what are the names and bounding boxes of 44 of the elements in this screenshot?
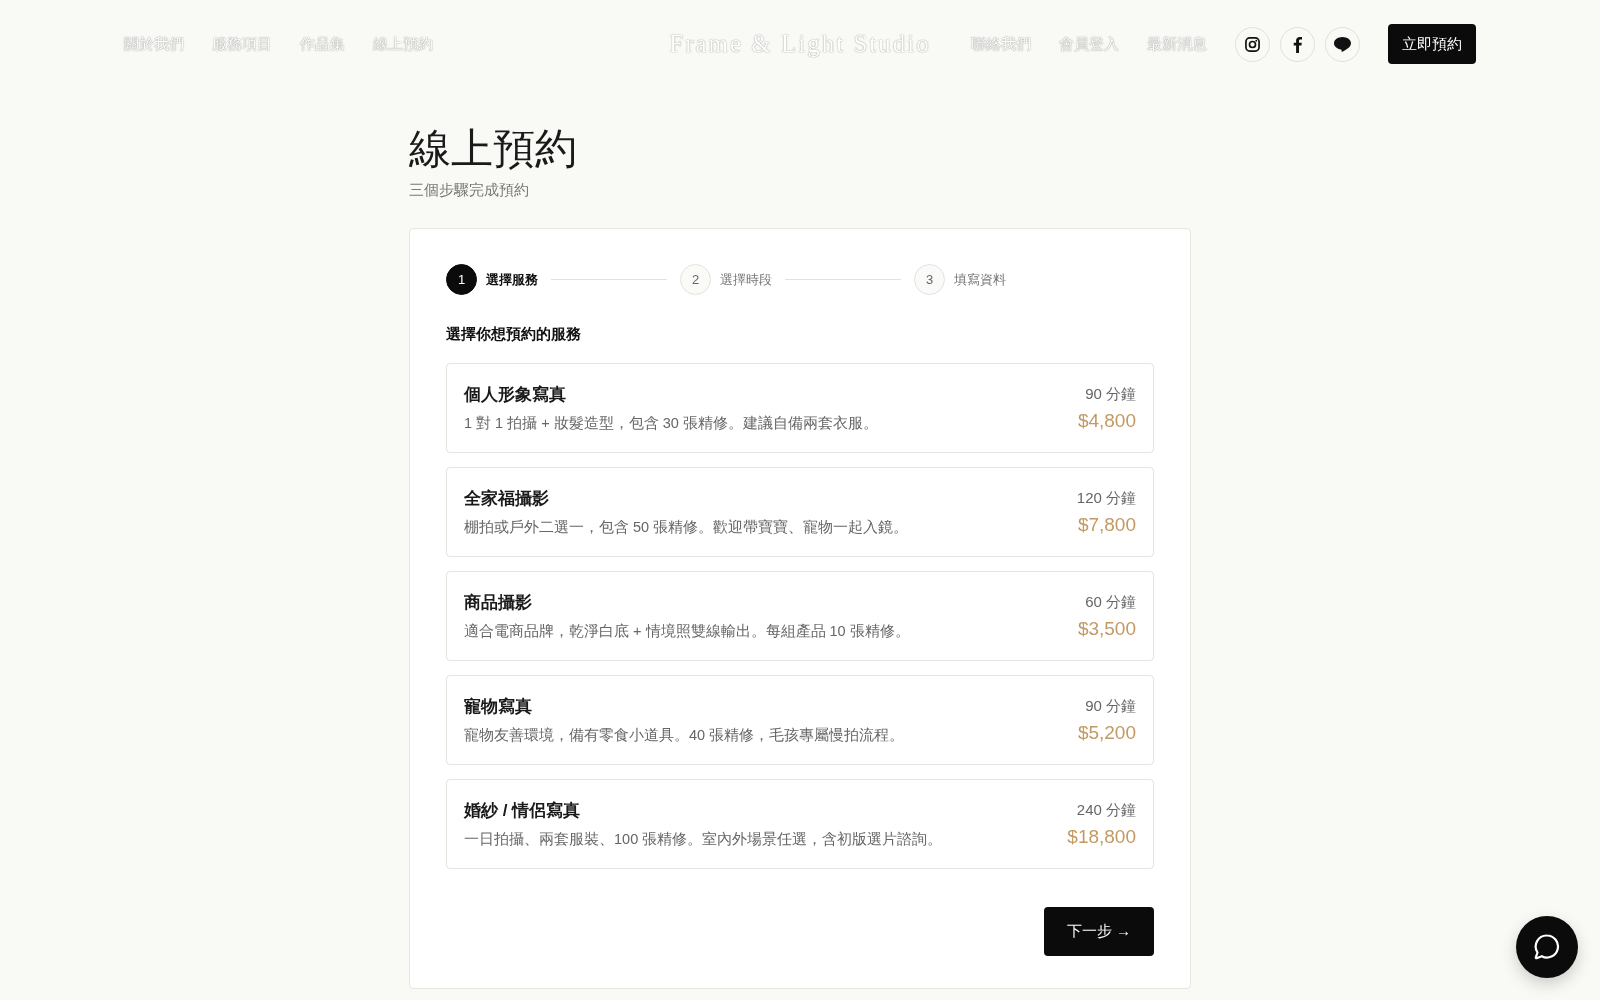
service-duration: 60 分鐘 xyxy=(1085,592,1136,612)
service-price: $3,500 xyxy=(1077,617,1136,640)
book-now-button[interactable]: 立即預約 xyxy=(1388,24,1476,64)
step-number: 2 xyxy=(680,264,711,296)
page-subtitle: 三個步驟完成預約 xyxy=(409,181,530,201)
social-button[interactable] xyxy=(1325,26,1360,62)
service-name: 個人形象寫真 xyxy=(464,384,567,407)
service-price: $5,200 xyxy=(1077,721,1136,744)
service-name: 商品攝影 xyxy=(464,592,533,615)
service-price: $4,800 xyxy=(1077,409,1136,432)
service-option[interactable]: 全家福攝影 棚拍或戶外二選一，包含 50 張精修。歡迎帶寶寶、寵物一起入鏡。 120 分鐘 $7,800 xyxy=(446,467,1154,558)
step-label: 填寫資料 xyxy=(954,270,1006,289)
step-number: 1 xyxy=(446,264,477,296)
service-description: 1 對 1 拍攝 + 妝髮造型，包含 30 張精修。建議自備兩套衣服。 xyxy=(464,414,878,434)
service-duration: 90 分鐘 xyxy=(1085,696,1136,716)
section-title: 選擇你想預約的服務 xyxy=(446,325,582,345)
service-description: 一日拍攝、兩套服裝、100 張精修。室內外場景任選，含初版選片諮詢。 xyxy=(464,830,943,850)
service-name: 寵物寫真 xyxy=(464,696,533,719)
service-duration: 90 分鐘 xyxy=(1085,384,1136,404)
speech-bubble-icon xyxy=(1534,934,1560,960)
service-price: $18,800 xyxy=(1067,825,1136,848)
service-option[interactable]: 商品攝影 適合電商品牌，乾淨白底 + 情境照雙線輸出。每組產品 10 張精修。 60 分鐘 $3,500 xyxy=(446,571,1154,662)
service-description: 適合電商品牌，乾淨白底 + 情境照雙線輸出。每組產品 10 張精修。 xyxy=(464,622,910,642)
service-duration: 240 分鐘 xyxy=(1076,800,1136,820)
service-description: 棚拍或戶外二選一，包含 50 張精修。歡迎帶寶寶、寵物一起入鏡。 xyxy=(464,518,909,538)
next-step-button[interactable]: 下一步 → xyxy=(1044,907,1154,957)
service-option[interactable]: 個人形象寫真 1 對 1 拍攝 + 妝髮造型，包含 30 張精修。建議自備兩套衣服。 90 分鐘 $4,800 xyxy=(446,363,1154,454)
service-price: $7,800 xyxy=(1077,513,1136,536)
speech-bubble-icon xyxy=(1334,36,1351,52)
service-name: 婚紗 / 情侶寫真 xyxy=(464,800,582,823)
service-description: 寵物友善環境，備有零食小道具。40 張精修，毛孩專屬慢拍流程。 xyxy=(464,726,905,746)
page-title: 線上預約 xyxy=(409,125,578,174)
social-button[interactable] xyxy=(1280,26,1315,62)
step-label: 選擇服務 xyxy=(486,270,538,289)
step-label: 選擇時段 xyxy=(720,270,772,289)
service-name: 全家福攝影 xyxy=(464,488,550,511)
service-option[interactable]: 寵物寫真 寵物友善環境，備有零食小道具。40 張精修，毛孩專屬慢拍流程。 90 分鐘 $5,200 xyxy=(446,675,1154,766)
step-number: 3 xyxy=(914,264,945,296)
letter-f-icon xyxy=(1293,35,1302,53)
service-duration: 120 分鐘 xyxy=(1076,488,1136,508)
service-option[interactable]: 婚紗 / 情侶寫真 一日拍攝、兩套服裝、100 張精修。室內外場景任選，含初版選片諮詢。 240 分鐘 $18,800 xyxy=(446,779,1154,870)
social-button[interactable] xyxy=(1235,26,1270,62)
chat-button[interactable] xyxy=(1516,916,1578,978)
camera-icon xyxy=(1245,36,1260,52)
